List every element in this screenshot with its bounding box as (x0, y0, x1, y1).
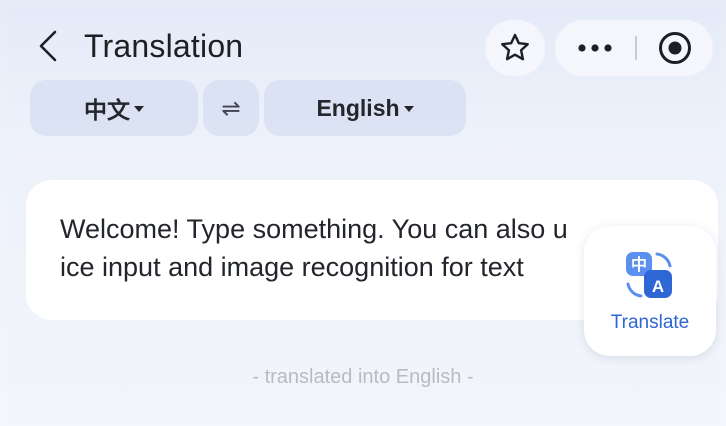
translate-icon: 中 A (626, 252, 672, 298)
target-language-selector[interactable]: English (264, 80, 466, 136)
chevron-down-icon (403, 106, 414, 112)
page-title: Translation (84, 28, 244, 64)
chevron-down-icon (134, 106, 144, 112)
star-icon (501, 33, 529, 61)
source-language-selector[interactable]: 中文 (30, 80, 198, 136)
chevron-left-icon (39, 30, 57, 62)
swap-icon: ⇌ (221, 94, 241, 121)
back-button[interactable] (28, 26, 68, 66)
translate-icon-a-glyph: A (652, 277, 664, 296)
source-language-label: 中文 (84, 97, 130, 123)
swap-languages-button[interactable]: ⇌ (203, 80, 259, 136)
close-record-button[interactable] (637, 20, 713, 76)
record-icon (659, 32, 691, 64)
translation-page: Translation 中文 ⇌ English Welcome! Type s… (0, 0, 726, 426)
target-language-label: English (316, 94, 400, 121)
translation-hint: - translated into English - (252, 366, 474, 388)
translate-button[interactable]: 中 A Translate (584, 226, 716, 356)
mini-program-capsule (555, 20, 713, 76)
favorite-button[interactable] (485, 20, 545, 76)
translate-button-label: Translate (610, 312, 690, 333)
translate-icon-zh-glyph: 中 (631, 255, 647, 274)
more-dots-icon (578, 44, 612, 52)
more-button[interactable] (555, 20, 635, 76)
